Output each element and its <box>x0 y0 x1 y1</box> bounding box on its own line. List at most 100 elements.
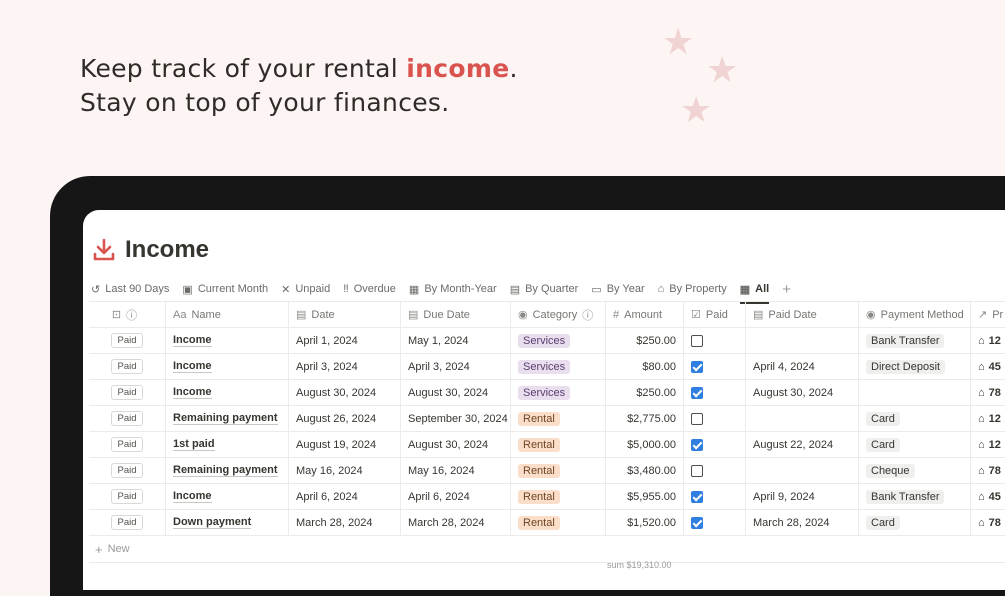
property-cell[interactable]: ⌂ 78 <box>971 510 1005 535</box>
paid-date-column-header[interactable]: ▤ Paid Date <box>746 302 859 327</box>
property-link[interactable]: 12 <box>989 439 1001 451</box>
property-cell[interactable]: ⌂ 45 <box>971 354 1005 379</box>
date-cell[interactable]: August 30, 2024 <box>289 380 401 405</box>
amount-cell[interactable]: $5,955.00 <box>606 484 684 509</box>
date-cell[interactable]: April 3, 2024 <box>289 354 401 379</box>
tab-by-property[interactable]: ⌂ By Property <box>658 283 727 295</box>
paid-checkbox[interactable] <box>691 386 703 399</box>
amount-cell[interactable]: $5,000.00 <box>606 432 684 457</box>
paid-status-button[interactable]: Paid <box>111 463 143 478</box>
name-cell[interactable]: Remaining payment <box>166 406 289 431</box>
payment-method-column-header[interactable]: ◉ Payment Method <box>859 302 971 327</box>
amount-cell[interactable]: $250.00 <box>606 328 684 353</box>
category-cell[interactable]: Rental <box>511 432 606 457</box>
category-cell[interactable]: Rental <box>511 510 606 535</box>
new-row-button[interactable]: + New <box>89 536 1005 563</box>
paid-status-button[interactable]: Paid <box>111 489 143 504</box>
category-cell[interactable]: Services <box>511 328 606 353</box>
payment-method-cell[interactable]: Bank Transfer <box>859 484 971 509</box>
paid-date-cell[interactable]: April 9, 2024 <box>746 484 859 509</box>
entry-name[interactable]: Income <box>173 360 212 373</box>
due-date-cell[interactable]: March 28, 2024 <box>401 510 511 535</box>
name-cell[interactable]: 1st paid <box>166 432 289 457</box>
tab-by-quarter[interactable]: ▤ By Quarter <box>510 283 579 296</box>
date-cell[interactable]: August 26, 2024 <box>289 406 401 431</box>
amount-cell[interactable]: $250.00 <box>606 380 684 405</box>
paid-column-header[interactable]: ☑ Paid <box>684 302 746 327</box>
status-column-header[interactable]: ⊡ ⓘ <box>89 302 166 327</box>
property-link[interactable]: 78 <box>989 465 1001 477</box>
tab-last-90-days[interactable]: ↺ Last 90 Days <box>91 283 169 296</box>
paid-checkbox[interactable] <box>691 490 703 503</box>
date-cell[interactable]: May 16, 2024 <box>289 458 401 483</box>
amount-cell[interactable]: $1,520.00 <box>606 510 684 535</box>
category-column-header[interactable]: ◉ Category ⓘ <box>511 302 606 327</box>
property-cell[interactable]: ⌂ 12 <box>971 406 1005 431</box>
name-cell[interactable]: Income <box>166 380 289 405</box>
date-cell[interactable]: August 19, 2024 <box>289 432 401 457</box>
category-cell[interactable]: Services <box>511 380 606 405</box>
due-date-cell[interactable]: April 6, 2024 <box>401 484 511 509</box>
paid-checkbox[interactable] <box>691 412 703 425</box>
paid-checkbox[interactable] <box>691 516 703 529</box>
paid-status-button[interactable]: Paid <box>111 385 143 400</box>
property-cell[interactable]: ⌂ 78 <box>971 458 1005 483</box>
amount-cell[interactable]: $80.00 <box>606 354 684 379</box>
tab-unpaid[interactable]: ✕ Unpaid <box>281 283 330 296</box>
property-cell[interactable]: ⌂ 78 <box>971 380 1005 405</box>
property-link[interactable]: 45 <box>989 491 1001 503</box>
property-link[interactable]: 78 <box>989 387 1001 399</box>
payment-method-cell[interactable]: Bank Transfer <box>859 328 971 353</box>
name-cell[interactable]: Income <box>166 328 289 353</box>
payment-method-cell[interactable]: Card <box>859 510 971 535</box>
property-link[interactable]: 45 <box>989 361 1001 373</box>
category-cell[interactable]: Rental <box>511 458 606 483</box>
paid-status-button[interactable]: Paid <box>111 333 143 348</box>
paid-date-cell[interactable]: August 22, 2024 <box>746 432 859 457</box>
tab-overdue[interactable]: ‼ Overdue <box>343 283 396 295</box>
tab-by-year[interactable]: ▭ By Year <box>591 283 644 296</box>
paid-date-cell[interactable]: March 28, 2024 <box>746 510 859 535</box>
entry-name[interactable]: Income <box>173 334 212 347</box>
due-date-cell[interactable]: May 16, 2024 <box>401 458 511 483</box>
paid-status-button[interactable]: Paid <box>111 411 143 426</box>
date-cell[interactable]: March 28, 2024 <box>289 510 401 535</box>
payment-method-cell[interactable] <box>859 380 971 405</box>
add-view-icon[interactable]: + <box>782 281 791 298</box>
payment-method-cell[interactable]: Cheque <box>859 458 971 483</box>
category-cell[interactable]: Rental <box>511 406 606 431</box>
name-cell[interactable]: Remaining payment <box>166 458 289 483</box>
due-date-column-header[interactable]: ▤ Due Date <box>401 302 511 327</box>
property-column-header[interactable]: ↗ Pr <box>971 302 1005 327</box>
due-date-cell[interactable]: September 30, 2024 <box>401 406 511 431</box>
property-link[interactable]: 78 <box>989 517 1001 529</box>
payment-method-cell[interactable]: Card <box>859 406 971 431</box>
due-date-cell[interactable]: April 3, 2024 <box>401 354 511 379</box>
payment-method-cell[interactable]: Direct Deposit <box>859 354 971 379</box>
name-cell[interactable]: Income <box>166 484 289 509</box>
date-cell[interactable]: April 6, 2024 <box>289 484 401 509</box>
paid-status-button[interactable]: Paid <box>111 359 143 374</box>
paid-date-cell[interactable] <box>746 406 859 431</box>
tab-all[interactable]: ▦ All <box>739 283 770 304</box>
payment-method-cell[interactable]: Card <box>859 432 971 457</box>
property-cell[interactable]: ⌂ 12 <box>971 432 1005 457</box>
entry-name[interactable]: Remaining payment <box>173 464 278 477</box>
paid-date-cell[interactable] <box>746 458 859 483</box>
name-cell[interactable]: Income <box>166 354 289 379</box>
paid-date-cell[interactable]: April 4, 2024 <box>746 354 859 379</box>
property-cell[interactable]: ⌂ 12 <box>971 328 1005 353</box>
paid-checkbox[interactable] <box>691 438 703 451</box>
category-cell[interactable]: Rental <box>511 484 606 509</box>
paid-date-cell[interactable]: August 30, 2024 <box>746 380 859 405</box>
property-cell[interactable]: ⌂ 45 <box>971 484 1005 509</box>
due-date-cell[interactable]: August 30, 2024 <box>401 380 511 405</box>
entry-name[interactable]: Income <box>173 490 212 503</box>
amount-cell[interactable]: $3,480.00 <box>606 458 684 483</box>
category-cell[interactable]: Services <box>511 354 606 379</box>
entry-name[interactable]: Income <box>173 386 212 399</box>
property-link[interactable]: 12 <box>989 335 1001 347</box>
amount-cell[interactable]: $2,775.00 <box>606 406 684 431</box>
paid-checkbox[interactable] <box>691 360 703 373</box>
due-date-cell[interactable]: May 1, 2024 <box>401 328 511 353</box>
